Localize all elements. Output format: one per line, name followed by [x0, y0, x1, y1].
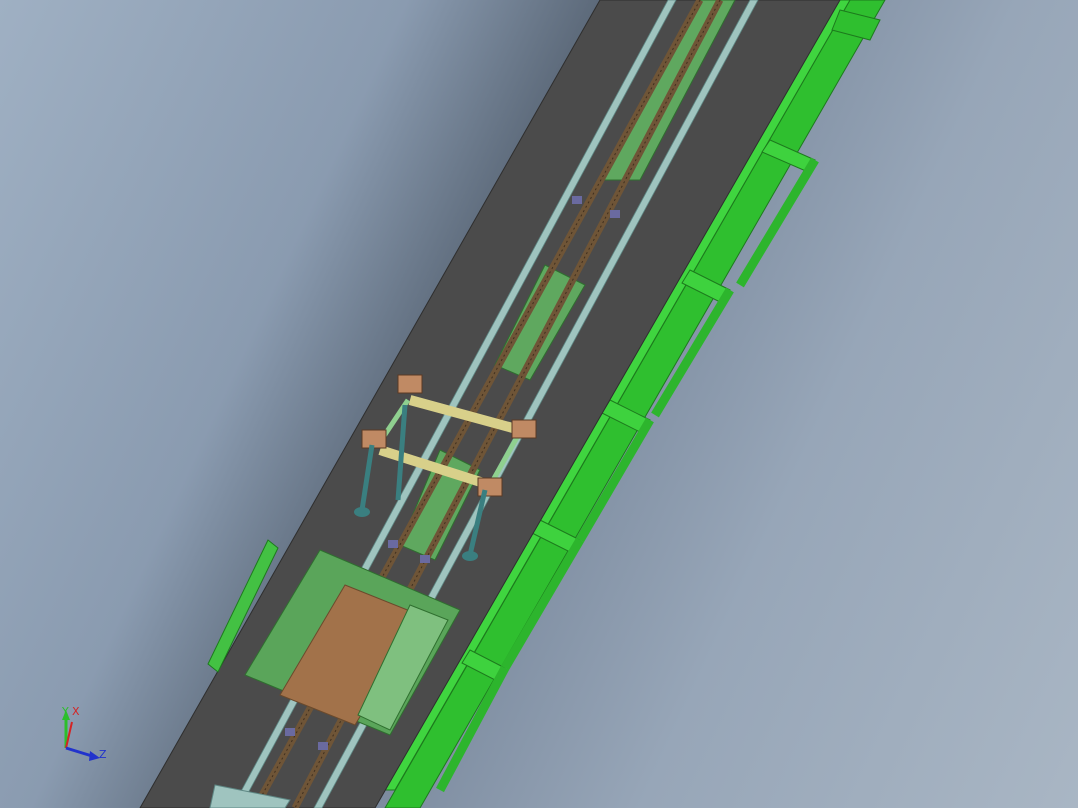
post-foot-1 — [354, 507, 370, 517]
nut-housing-4 — [420, 555, 430, 563]
nut-housing-3 — [388, 540, 398, 548]
bearing-block-3 — [511, 419, 537, 439]
bearing-block-2 — [361, 429, 387, 449]
axis-y-label: Y — [61, 705, 69, 718]
graphics-viewport[interactable]: Y X Z — [0, 0, 1078, 808]
nut-housing-1 — [572, 196, 582, 204]
axis-x-label: X — [72, 705, 80, 718]
bearing-block-4 — [477, 477, 503, 497]
nut-housing-2 — [610, 210, 620, 218]
bearing-block-1 — [397, 374, 423, 394]
post-foot-2 — [462, 551, 478, 561]
nut-housing-6 — [318, 742, 328, 750]
reference-triad: Y X Z — [61, 705, 107, 761]
nut-housing-5 — [285, 728, 295, 736]
axis-z-line — [65, 746, 93, 758]
model-assembly[interactable] — [0, 0, 1078, 808]
axis-z-label: Z — [99, 748, 107, 761]
